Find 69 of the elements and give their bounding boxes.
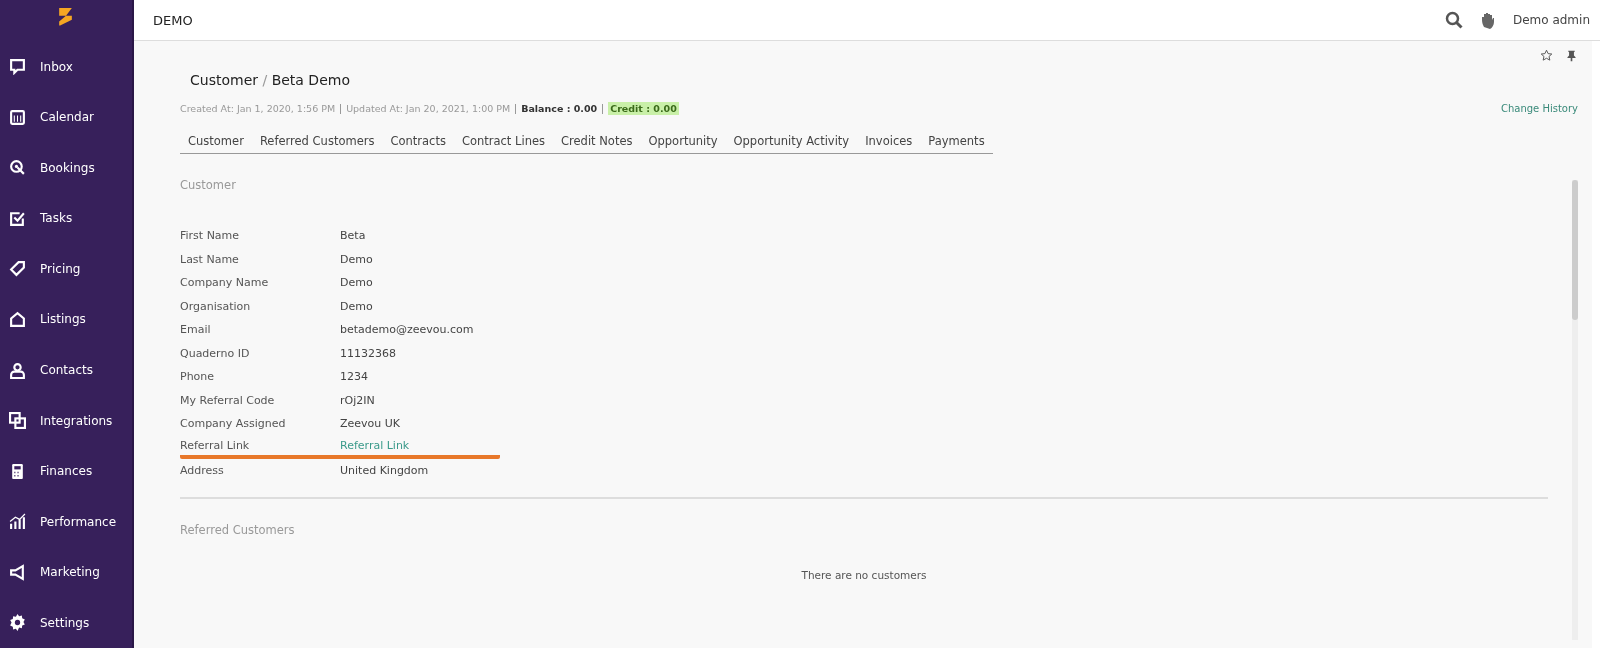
search-icon[interactable]: [1444, 11, 1463, 29]
sidebar-item[interactable]: Marketing: [0, 546, 132, 598]
checked-box-icon: [9, 209, 26, 227]
tab[interactable]: Referred Customers: [251, 130, 383, 153]
sidebar-item[interactable]: Tasks: [0, 193, 132, 244]
balance-label: Balance : 0.00: [521, 103, 598, 114]
sidebar-item[interactable]: Bookings: [0, 142, 132, 194]
target-pointer-icon: [9, 159, 26, 177]
sidebar-item[interactable]: Integrations: [0, 395, 132, 446]
tab[interactable]: Invoices: [857, 130, 921, 153]
breadcrumb: Customer / Beta Demo: [190, 72, 351, 88]
field-value: Demo: [340, 299, 373, 313]
field-label: Last Name: [180, 252, 240, 266]
tab[interactable]: Customer: [180, 130, 252, 153]
field-label: First Name: [180, 229, 241, 243]
settings-icon: [9, 614, 26, 632]
section-heading: Customer: [180, 178, 237, 192]
field-value: Demo: [340, 252, 373, 266]
field-label: Company Assigned: [180, 417, 287, 431]
sidebar-item[interactable]: Listings: [0, 294, 132, 345]
field-label: Address: [180, 464, 225, 478]
tab[interactable]: Opportunity Activity: [725, 130, 858, 153]
tab[interactable]: Payments: [920, 130, 993, 153]
section-heading: Referred Customers: [180, 522, 296, 537]
created-date: Created At: Jan 1, 2020, 1:56 PM: [180, 103, 336, 114]
credit-badge: Credit : 0.00: [608, 102, 679, 115]
field-value: 1234: [340, 370, 368, 384]
person-icon: [9, 361, 26, 379]
sidebar-item[interactable]: Pricing: [0, 243, 132, 295]
tab[interactable]: Credit Notes: [553, 130, 641, 153]
change-history-link[interactable]: Change History: [1500, 103, 1578, 114]
field-label: Referral Link: [180, 438, 251, 452]
linked-squares-icon: [9, 412, 26, 430]
sidebar-item[interactable]: Settings: [0, 597, 132, 648]
pin-icon[interactable]: [1565, 49, 1578, 62]
chat-bubble-icon: [9, 58, 26, 76]
house-icon: [9, 310, 26, 328]
user-name[interactable]: Demo admin: [1512, 13, 1590, 27]
sidebar-item[interactable]: Performance: [0, 496, 132, 547]
scrollbar[interactable]: [1572, 180, 1578, 640]
field-label: Phone: [180, 370, 216, 384]
field-value: betademo@zeevou.com: [340, 323, 474, 337]
empty-message: There are no customers: [800, 568, 928, 581]
field-value: 11132368: [340, 346, 396, 360]
tab[interactable]: Opportunity: [640, 130, 726, 153]
field-label: Company Name: [180, 276, 270, 290]
bar-chart-icon: [9, 513, 26, 531]
field-label: My Referral Code: [180, 393, 276, 407]
field-value: rOj2IN: [340, 393, 375, 407]
app-title: DEMO: [153, 12, 193, 28]
field-value: United Kingdom: [340, 464, 429, 478]
tab[interactable]: Contract Lines: [453, 130, 553, 153]
field-value: Zeevou UK: [340, 417, 401, 431]
field-label: Organisation: [180, 299, 252, 313]
field-value: Demo: [340, 276, 373, 290]
field-value: Beta: [340, 229, 366, 243]
star-icon[interactable]: [1540, 49, 1553, 62]
sidebar-item[interactable]: Contacts: [0, 344, 132, 396]
field-label: Email: [180, 323, 212, 337]
tab[interactable]: Contracts: [382, 130, 454, 153]
sidebar-item[interactable]: Calendar: [0, 92, 132, 143]
calendar-icon: [9, 108, 26, 126]
field-label: Quaderno ID: [180, 346, 251, 360]
calculator-icon: [9, 462, 26, 480]
updated-date: Updated At: Jan 20, 2021, 1:00 PM: [346, 103, 511, 114]
megaphone-icon: [9, 563, 26, 581]
sidebar-item[interactable]: Inbox: [0, 41, 132, 92]
tag-icon: [9, 260, 26, 278]
sidebar-item[interactable]: Finances: [0, 445, 132, 497]
